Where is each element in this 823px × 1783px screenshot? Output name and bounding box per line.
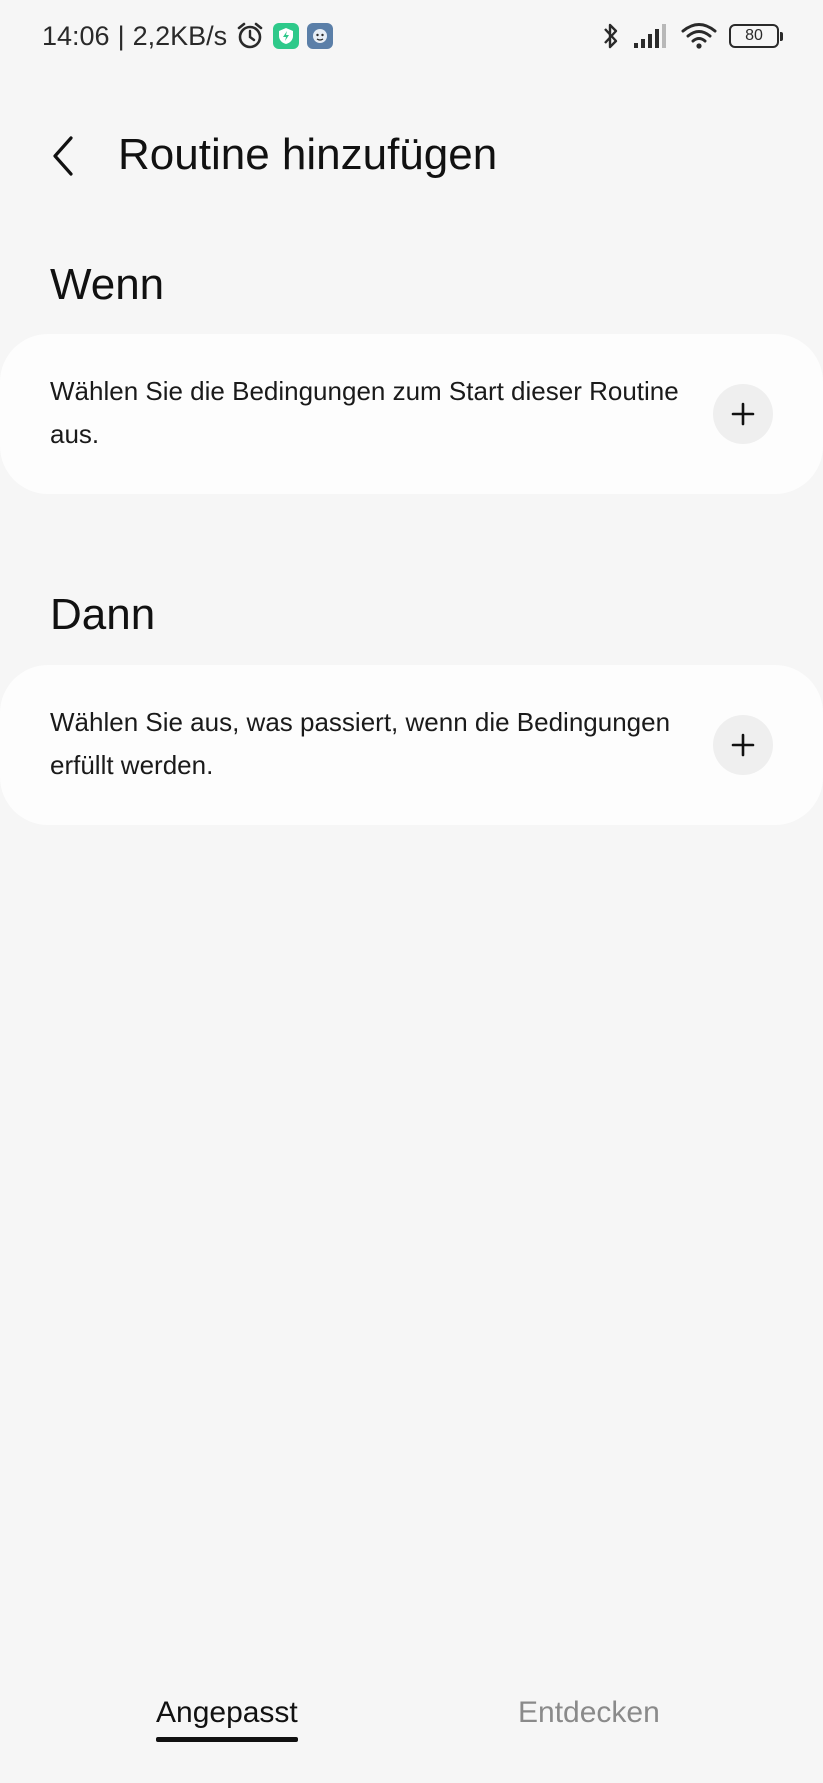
bluetooth-icon xyxy=(601,21,621,51)
then-action-description: Wählen Sie aus, was passiert, wenn die B… xyxy=(50,707,671,780)
tab-angepasst-label: Angepasst xyxy=(156,1696,298,1729)
battery-level: 80 xyxy=(745,27,763,44)
shield-app-icon xyxy=(273,23,300,49)
header: Routine hinzufügen xyxy=(0,110,823,202)
tab-entdecken-label: Entdecken xyxy=(518,1696,660,1729)
status-left: 14:06 | 2,2KB/s xyxy=(42,16,334,56)
status-time: 14:06 xyxy=(42,20,110,51)
status-bar: 14:06 | 2,2KB/s 80 xyxy=(0,0,823,72)
if-section-heading: Wenn xyxy=(50,260,165,309)
add-action-button[interactable] xyxy=(713,715,773,775)
chevron-left-icon xyxy=(49,134,79,178)
status-network-speed: 2,2KB/s xyxy=(132,20,228,51)
wifi-icon xyxy=(681,22,717,50)
plus-icon xyxy=(731,733,755,757)
then-action-card[interactable]: Wählen Sie aus, was passiert, wenn die B… xyxy=(0,665,823,825)
battery-icon: 80 xyxy=(729,24,783,48)
plus-icon xyxy=(731,402,755,426)
alarm-icon xyxy=(235,21,265,51)
status-separator: | xyxy=(117,20,125,51)
tab-angepasst[interactable]: Angepasst xyxy=(156,1696,298,1742)
back-button[interactable] xyxy=(36,128,92,184)
if-condition-description: Wählen Sie die Bedingungen zum Start die… xyxy=(50,376,679,449)
cellular-signal-icon xyxy=(633,23,669,49)
status-right: 80 xyxy=(601,16,783,56)
face-app-icon xyxy=(307,23,334,49)
add-condition-button[interactable] xyxy=(713,384,773,444)
tab-entdecken[interactable]: Entdecken xyxy=(518,1696,660,1730)
then-section-heading: Dann xyxy=(50,590,156,639)
if-condition-card[interactable]: Wählen Sie die Bedingungen zum Start die… xyxy=(0,334,823,494)
page-title: Routine hinzufügen xyxy=(118,130,498,179)
tab-selected-indicator xyxy=(156,1737,298,1742)
screen: 14:06 | 2,2KB/s 80 Routine hinzufügen We… xyxy=(0,0,823,1783)
